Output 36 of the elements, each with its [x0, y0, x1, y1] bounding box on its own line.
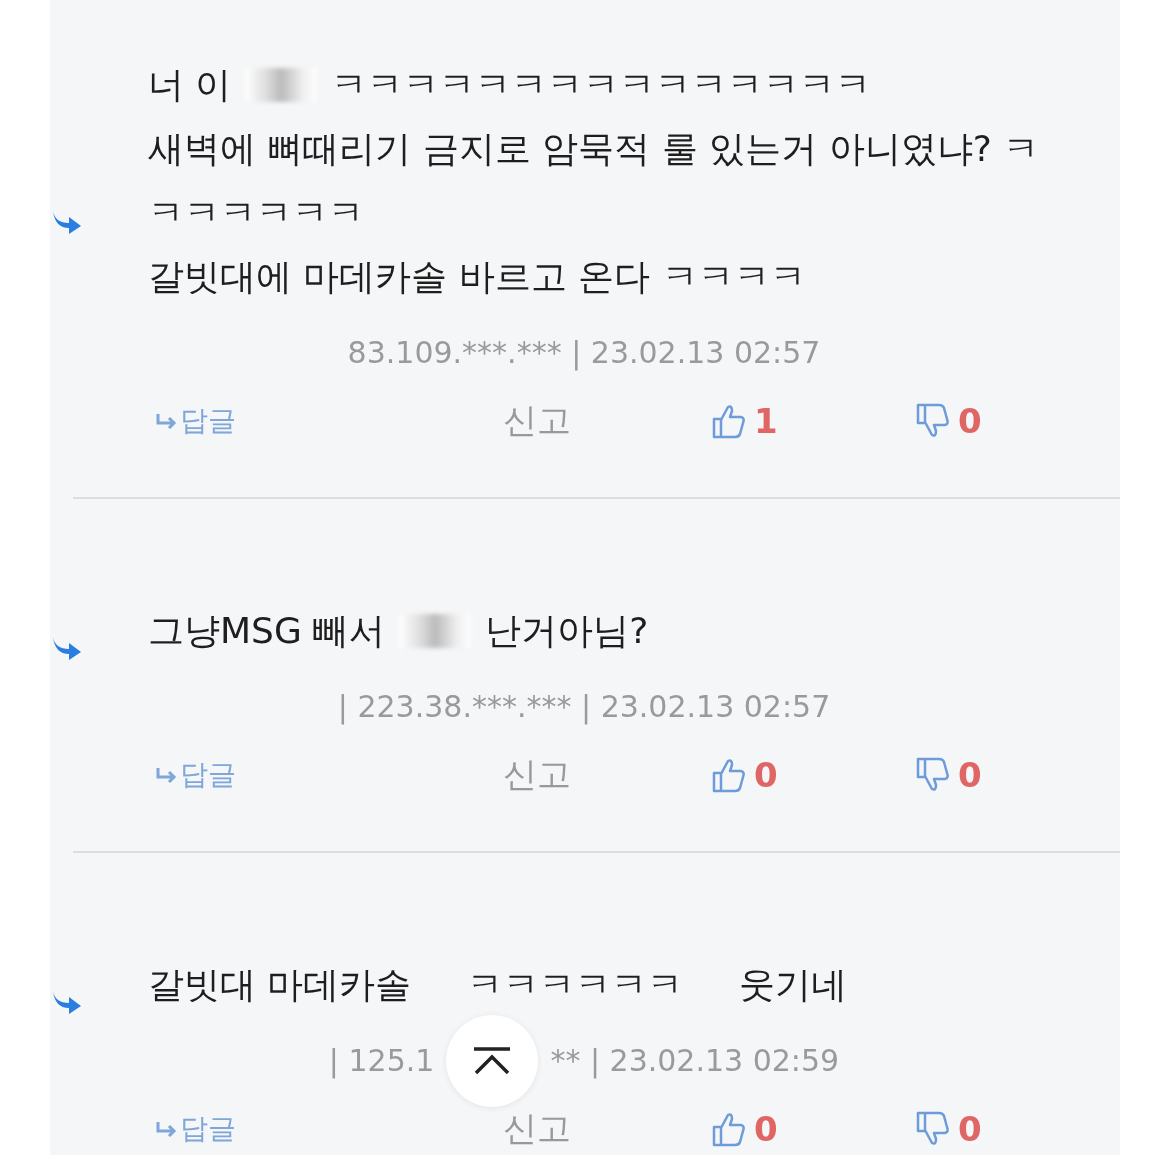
thumbs-up-icon	[712, 1111, 746, 1147]
comment-text: 난거아님?	[485, 609, 649, 653]
like-button[interactable]: 0	[712, 755, 916, 795]
comment-text: 웃기네	[739, 963, 848, 1007]
reply-arrow-icon	[156, 767, 178, 783]
thumbs-down-icon	[916, 403, 950, 439]
reply-arrow-icon	[156, 413, 178, 429]
reply-button[interactable]: 답글	[156, 402, 504, 440]
reply-button[interactable]: 답글	[156, 756, 504, 794]
dislike-button[interactable]: 0	[916, 755, 1120, 795]
comment-meta: ** | 23.02.13 02:59	[550, 1042, 840, 1081]
comment-text: ㅋㅋㅋㅋㅋㅋ	[148, 191, 364, 235]
comment-meta: | 223.38.***.*** | 23.02.13 02:57	[337, 688, 831, 727]
comment-meta: 83.109.***.*** | 23.02.13 02:57	[347, 334, 821, 373]
thumbs-up-icon	[712, 403, 746, 439]
report-button[interactable]: 신고	[503, 752, 712, 798]
comment-text: 새벽에 뼈때리기 금지로 암묵적 룰 있는거 아니였냐? ㅋ	[148, 127, 1040, 171]
thumbs-down-icon	[916, 1111, 950, 1147]
comment-text: ㅋㅋㅋㅋㅋㅋㅋㅋㅋㅋㅋㅋㅋㅋㅋ	[331, 63, 872, 107]
thumbs-up-icon	[712, 757, 746, 793]
comment-text: 너 이	[148, 63, 232, 107]
comment-text: 갈빗대에 마데카솔 바르고 온다 ㅋㅋㅋㅋ	[148, 255, 806, 299]
like-button[interactable]: 0	[712, 1109, 916, 1149]
report-button[interactable]: 신고	[503, 1106, 712, 1152]
comment-text: ㅋㅋㅋㅋㅋㅋ	[467, 963, 684, 1007]
dislike-button[interactable]: 0	[916, 401, 1120, 441]
reply-arrow-icon	[156, 1121, 178, 1137]
comment-text: 그냥MSG 빼서	[148, 609, 386, 653]
scroll-top-icon	[472, 1047, 513, 1075]
dislike-button[interactable]: 0	[916, 1109, 1120, 1149]
thumbs-down-icon	[916, 757, 950, 793]
like-button[interactable]: 1	[712, 401, 916, 441]
reply-button[interactable]: 답글	[156, 1110, 504, 1148]
comment-text: 갈빗대 마데카솔	[148, 963, 412, 1007]
report-button[interactable]: 신고	[503, 398, 712, 444]
comment-meta: | 125.1	[328, 1042, 435, 1081]
